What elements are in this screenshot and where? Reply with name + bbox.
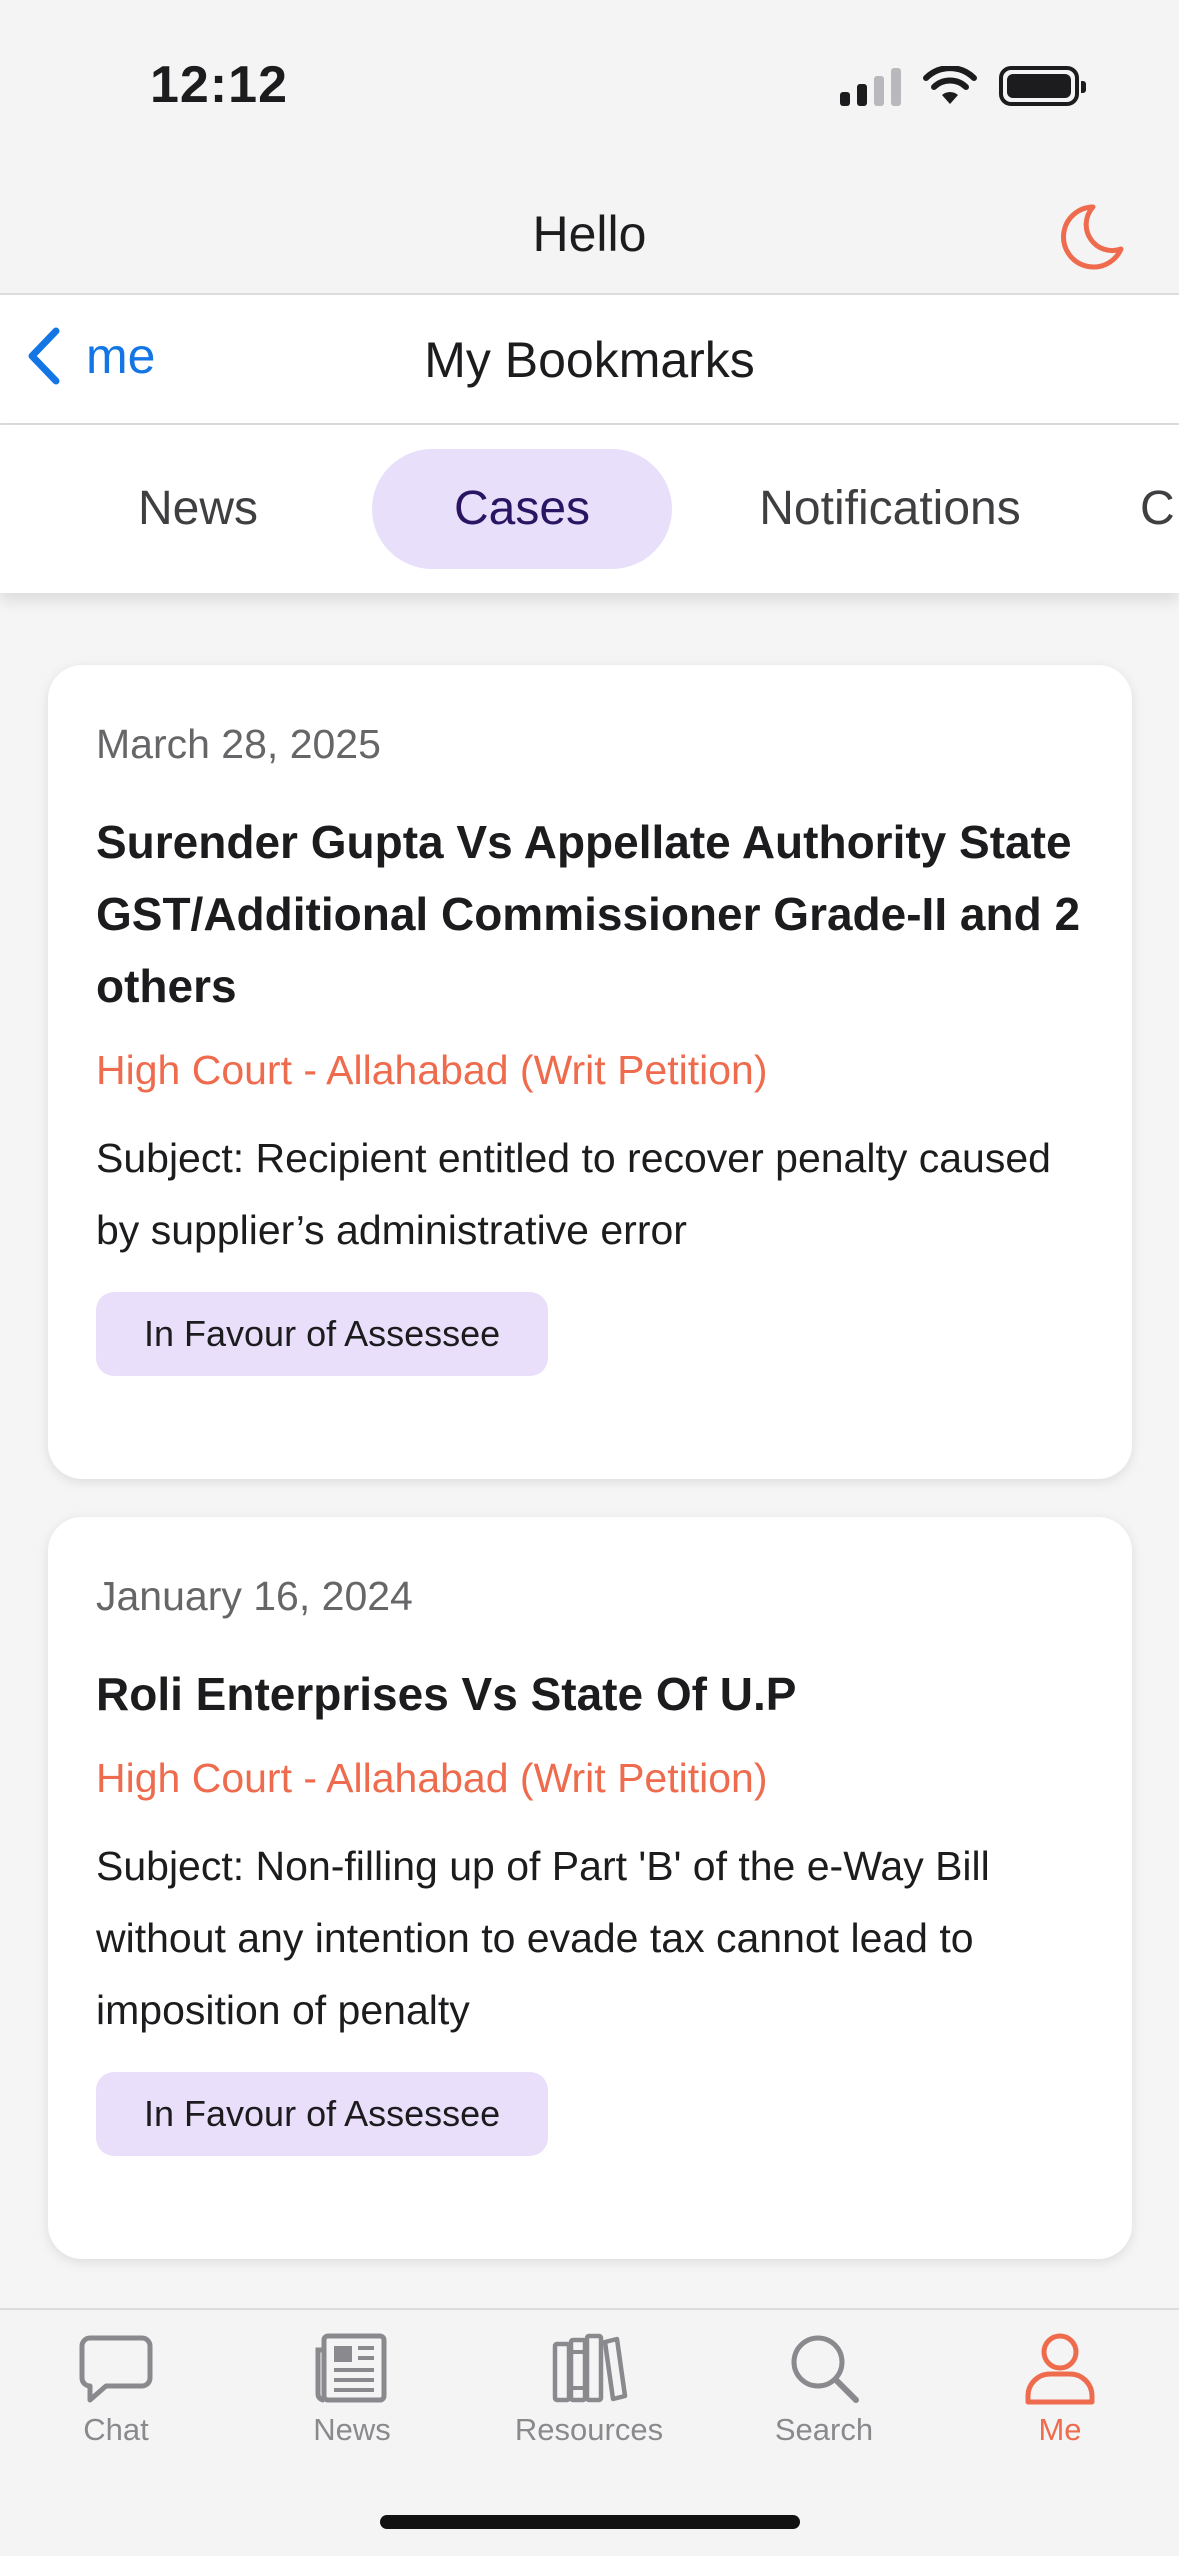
case-subject: Subject: Recipient entitled to recover p…: [96, 1135, 1051, 1253]
tabbar-news[interactable]: News: [252, 2330, 452, 2448]
tabbar-chat-label: Chat: [83, 2412, 149, 2447]
case-court: High Court - Allahabad (Writ Petition): [96, 1755, 768, 1801]
books-icon: [552, 2333, 628, 2403]
app-header: Hello: [0, 175, 1179, 295]
case-card[interactable]: March 28, 2025 Surender Gupta Vs Appella…: [48, 665, 1132, 1479]
verdict-badge: In Favour of Assessee: [96, 2072, 549, 2156]
home-indicator: [380, 2515, 800, 2529]
app-title: Hello: [532, 206, 647, 262]
bookmark-tabs: News Cases Notifications C: [0, 425, 1179, 593]
case-card[interactable]: January 16, 2024 Roli Enterprises Vs Sta…: [48, 1517, 1132, 2259]
case-subject: Subject: Non-filling up of Part 'B' of t…: [96, 1843, 990, 2033]
battery-icon: [999, 66, 1086, 106]
page-title: My Bookmarks: [424, 332, 755, 388]
tabbar-resources[interactable]: Resources: [489, 2330, 689, 2448]
tab-partial[interactable]: C: [1140, 449, 1179, 569]
tabbar-chat[interactable]: Chat: [16, 2330, 216, 2448]
verdict-badge: In Favour of Assessee: [96, 1292, 549, 1376]
tabbar-search-label: Search: [774, 2412, 874, 2447]
tab-notifications[interactable]: Notifications: [720, 449, 1060, 569]
tab-cases[interactable]: Cases: [372, 449, 672, 569]
wifi-icon: [923, 66, 977, 104]
navigation-bar: me My Bookmarks: [0, 295, 1179, 425]
case-court: High Court - Allahabad (Writ Petition): [96, 1047, 768, 1093]
case-title: Surender Gupta Vs Appellate Authority St…: [96, 816, 1081, 1012]
moon-icon: [1061, 204, 1124, 270]
case-title: Roli Enterprises Vs State Of U.P: [96, 1668, 797, 1720]
tabbar-resources-label: Resources: [514, 2412, 664, 2447]
status-icons: [840, 66, 1086, 106]
tabbar-news-label: News: [313, 2412, 391, 2447]
dark-mode-toggle[interactable]: [1049, 197, 1129, 277]
case-date: January 16, 2024: [96, 1573, 413, 1619]
chat-icon: [79, 2335, 153, 2403]
case-list: March 28, 2025 Surender Gupta Vs Appella…: [0, 593, 1179, 2308]
tabbar-me[interactable]: Me: [960, 2330, 1160, 2448]
cellular-signal-icon: [840, 66, 901, 106]
case-date: March 28, 2025: [96, 721, 381, 767]
tab-news[interactable]: News: [80, 449, 316, 569]
newspaper-icon: [315, 2333, 387, 2403]
tabbar-search[interactable]: Search: [724, 2330, 924, 2448]
person-icon: [1025, 2333, 1095, 2405]
status-bar: 12:12: [0, 0, 1179, 175]
search-icon: [791, 2335, 859, 2403]
tabbar-me-label: Me: [1038, 2412, 1082, 2447]
status-time: 12:12: [150, 56, 288, 114]
